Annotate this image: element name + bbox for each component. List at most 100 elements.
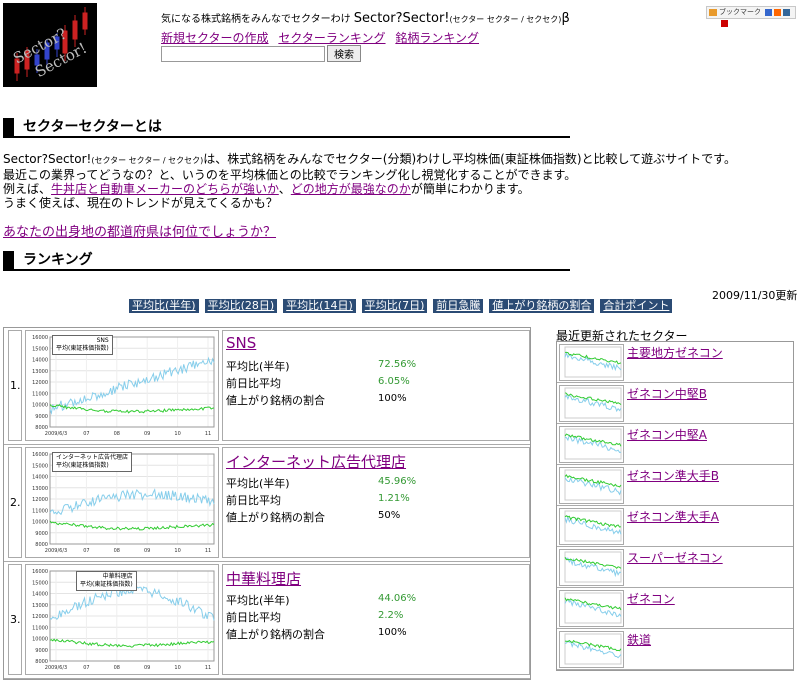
tab-avg-14-days[interactable]: 平均比(14日) [283, 299, 356, 313]
sector-info: 中華料理店 平均比(半年) 44.06% 前日比平均 2.2% 値上がり銘柄の割… [222, 564, 530, 675]
about-heading: セクターセクターとは [3, 118, 570, 138]
sector-thumbnail[interactable] [559, 344, 624, 381]
recent-sector-link[interactable]: ゼネコン準大手B [627, 467, 719, 484]
thumb-frame [564, 387, 622, 419]
heading-bar-marker [3, 251, 14, 270]
bookmark-widget[interactable]: ブックマーク [706, 6, 796, 27]
x-tick-label: 07 [83, 431, 89, 437]
chart-legend: SNS 平均(東証株価指数) [52, 335, 113, 355]
recent-sector-link[interactable]: ゼネコン準大手A [627, 508, 719, 525]
tab-total-points[interactable]: 合計ポイント [600, 299, 673, 313]
x-tick-label: 08 [114, 665, 120, 671]
y-tick-label: 13000 [32, 486, 48, 492]
nav-new-sector-link[interactable]: 新規セクターの作成 [161, 31, 269, 45]
example-gyudon-vs-auto-link[interactable]: 牛丼店と自動車メーカーのどちらが強いか [51, 182, 279, 196]
search-input[interactable] [161, 45, 325, 62]
x-tick-label: 08 [114, 431, 120, 437]
sector-thumbnail[interactable] [559, 426, 624, 463]
list-item: ゼネコン準大手A [557, 506, 793, 547]
sector-chart[interactable]: 16000 15000 14000 13000 12000 11000 10000 9000 8… [25, 447, 219, 558]
recent-sector-link[interactable]: 主要地方ゼネコン [627, 344, 723, 361]
x-tick-label: 2009/6/3 [45, 548, 67, 554]
sector-thumbnail[interactable] [559, 590, 624, 627]
rank-number-cell: 2. [8, 447, 22, 558]
sector-series-line [564, 394, 622, 413]
y-tick-label: 9000 [35, 414, 48, 420]
y-tick-label: 15000 [32, 463, 48, 469]
thumbnail-chart-svg [564, 510, 622, 542]
x-tick-label: 11 [205, 665, 211, 671]
y-tick-label: 11000 [32, 391, 48, 397]
heading-bar-marker [3, 118, 14, 137]
search-button[interactable]: 検索 [327, 45, 361, 62]
rank-number: 1. [10, 379, 21, 392]
site-logo[interactable]: Sector? Sector! [3, 3, 97, 87]
tab-rise-ratio[interactable]: 値上がり銘柄の割合 [489, 299, 595, 313]
sector-thumbnail[interactable] [559, 385, 624, 422]
prefecture-rank-link[interactable]: あなたの出身地の都道府県は何位でしょうか？ [3, 221, 276, 240]
x-tick-label: 09 [144, 665, 150, 671]
sector-thumbnail[interactable] [559, 631, 624, 668]
nav-sector-ranking-link[interactable]: セクターランキング [278, 31, 385, 45]
thumbnail-chart-svg [564, 469, 622, 501]
metric-label-avg: 平均比(半年) [226, 477, 290, 490]
sector-info: インターネット広告代理店 平均比(半年) 45.96% 前日比平均 1.21% … [222, 447, 530, 558]
sector-chart[interactable]: 16000 15000 14000 13000 12000 11000 10000 9000 8… [25, 330, 219, 441]
example-region-link[interactable]: どの地方が最強なのか [291, 182, 411, 196]
share-icon-red[interactable] [721, 19, 728, 27]
rank-number: 3. [10, 613, 21, 626]
ranking-updated-date: 2009/11/30更新 [712, 289, 798, 302]
metric-value-prev-day: 1.21% [378, 493, 410, 504]
list-item: ゼネコン中堅A [557, 424, 793, 465]
tab-avg-half-year[interactable]: 平均比(半年) [129, 299, 199, 313]
sector-name-link[interactable]: SNS [226, 334, 256, 352]
share-icon-blue[interactable] [765, 8, 773, 16]
sector-thumbnail[interactable] [559, 549, 624, 586]
tagline-reading: (セクター セクター / セクセク) [449, 15, 562, 24]
metric-label-rise-ratio: 値上がり銘柄の割合 [226, 511, 325, 524]
recent-sector-link[interactable]: ゼネコン中堅A [627, 426, 707, 443]
recent-sector-link[interactable]: ゼネコン中堅B [627, 385, 707, 402]
recent-sector-link[interactable]: 鉄道 [627, 631, 651, 648]
recent-sector-link[interactable]: ゼネコン [627, 590, 675, 607]
share-icon-orange[interactable] [774, 8, 782, 16]
y-tick-label: 15000 [32, 346, 48, 352]
legend-sector-name: インターネット広告代理店 [56, 454, 129, 461]
legend-sector-name: 中華料理店 [102, 573, 133, 580]
metric-label-prev-day: 前日比平均 [226, 611, 281, 624]
about-heading-text: セクターセクターとは [23, 119, 162, 135]
ranking-heading-text: ランキング [23, 252, 93, 268]
tagline-name: Sector?Sector! [353, 11, 450, 26]
tab-avg-28-days[interactable]: 平均比(28日) [204, 299, 278, 313]
ranking-row: 3. 16000 15000 14000 13000 12000 11000 10000 90… [4, 562, 530, 679]
y-tick-label: 16000 [32, 335, 48, 341]
metric-label-avg: 平均比(半年) [226, 360, 290, 373]
index-series-line [564, 597, 622, 611]
ranking-row: 1. 16000 15000 14000 13000 12000 11000 10000 90… [4, 328, 530, 445]
thumb-frame [564, 551, 622, 583]
y-tick-label: 10000 [32, 520, 48, 526]
legend-index-name: 平均(東証株価指数) [56, 345, 109, 352]
x-tick-label: 2009/6/3 [45, 665, 67, 671]
y-tick-label: 12000 [32, 497, 48, 503]
sector-thumbnail[interactable] [559, 467, 624, 504]
tab-prev-day-surge[interactable]: 前日急騰 [433, 299, 484, 313]
sector-name-link[interactable]: インターネット広告代理店 [226, 451, 406, 472]
sector-thumbnail[interactable] [559, 508, 624, 545]
y-tick-label: 10000 [32, 637, 48, 643]
share-icon-navy[interactable] [783, 8, 791, 16]
tab-avg-7-days[interactable]: 平均比(7日) [361, 299, 428, 313]
rank-number: 2. [10, 496, 21, 509]
about-line-3: 例えば、牛丼店と自動車メーカーのどちらが強いか、どの地方が最強なのかが簡単にわか… [3, 182, 793, 196]
index-series-line [49, 404, 215, 414]
y-tick-label: 11000 [32, 625, 48, 631]
metric-value-avg: 72.56% [378, 359, 417, 370]
index-series-line [49, 638, 215, 648]
nav-stock-ranking-link[interactable]: 銘柄ランキング [395, 31, 479, 45]
sector-chart[interactable]: 16000 15000 14000 13000 12000 11000 10000 9000 8… [25, 564, 219, 675]
recent-sector-link[interactable]: スーパーゼネコン [627, 549, 723, 566]
sector-name-link[interactable]: 中華料理店 [226, 568, 301, 589]
x-tick-label: 11 [205, 431, 211, 437]
about-example-prefix: 例えば、 [3, 182, 52, 196]
y-tick-label: 14000 [32, 358, 48, 364]
